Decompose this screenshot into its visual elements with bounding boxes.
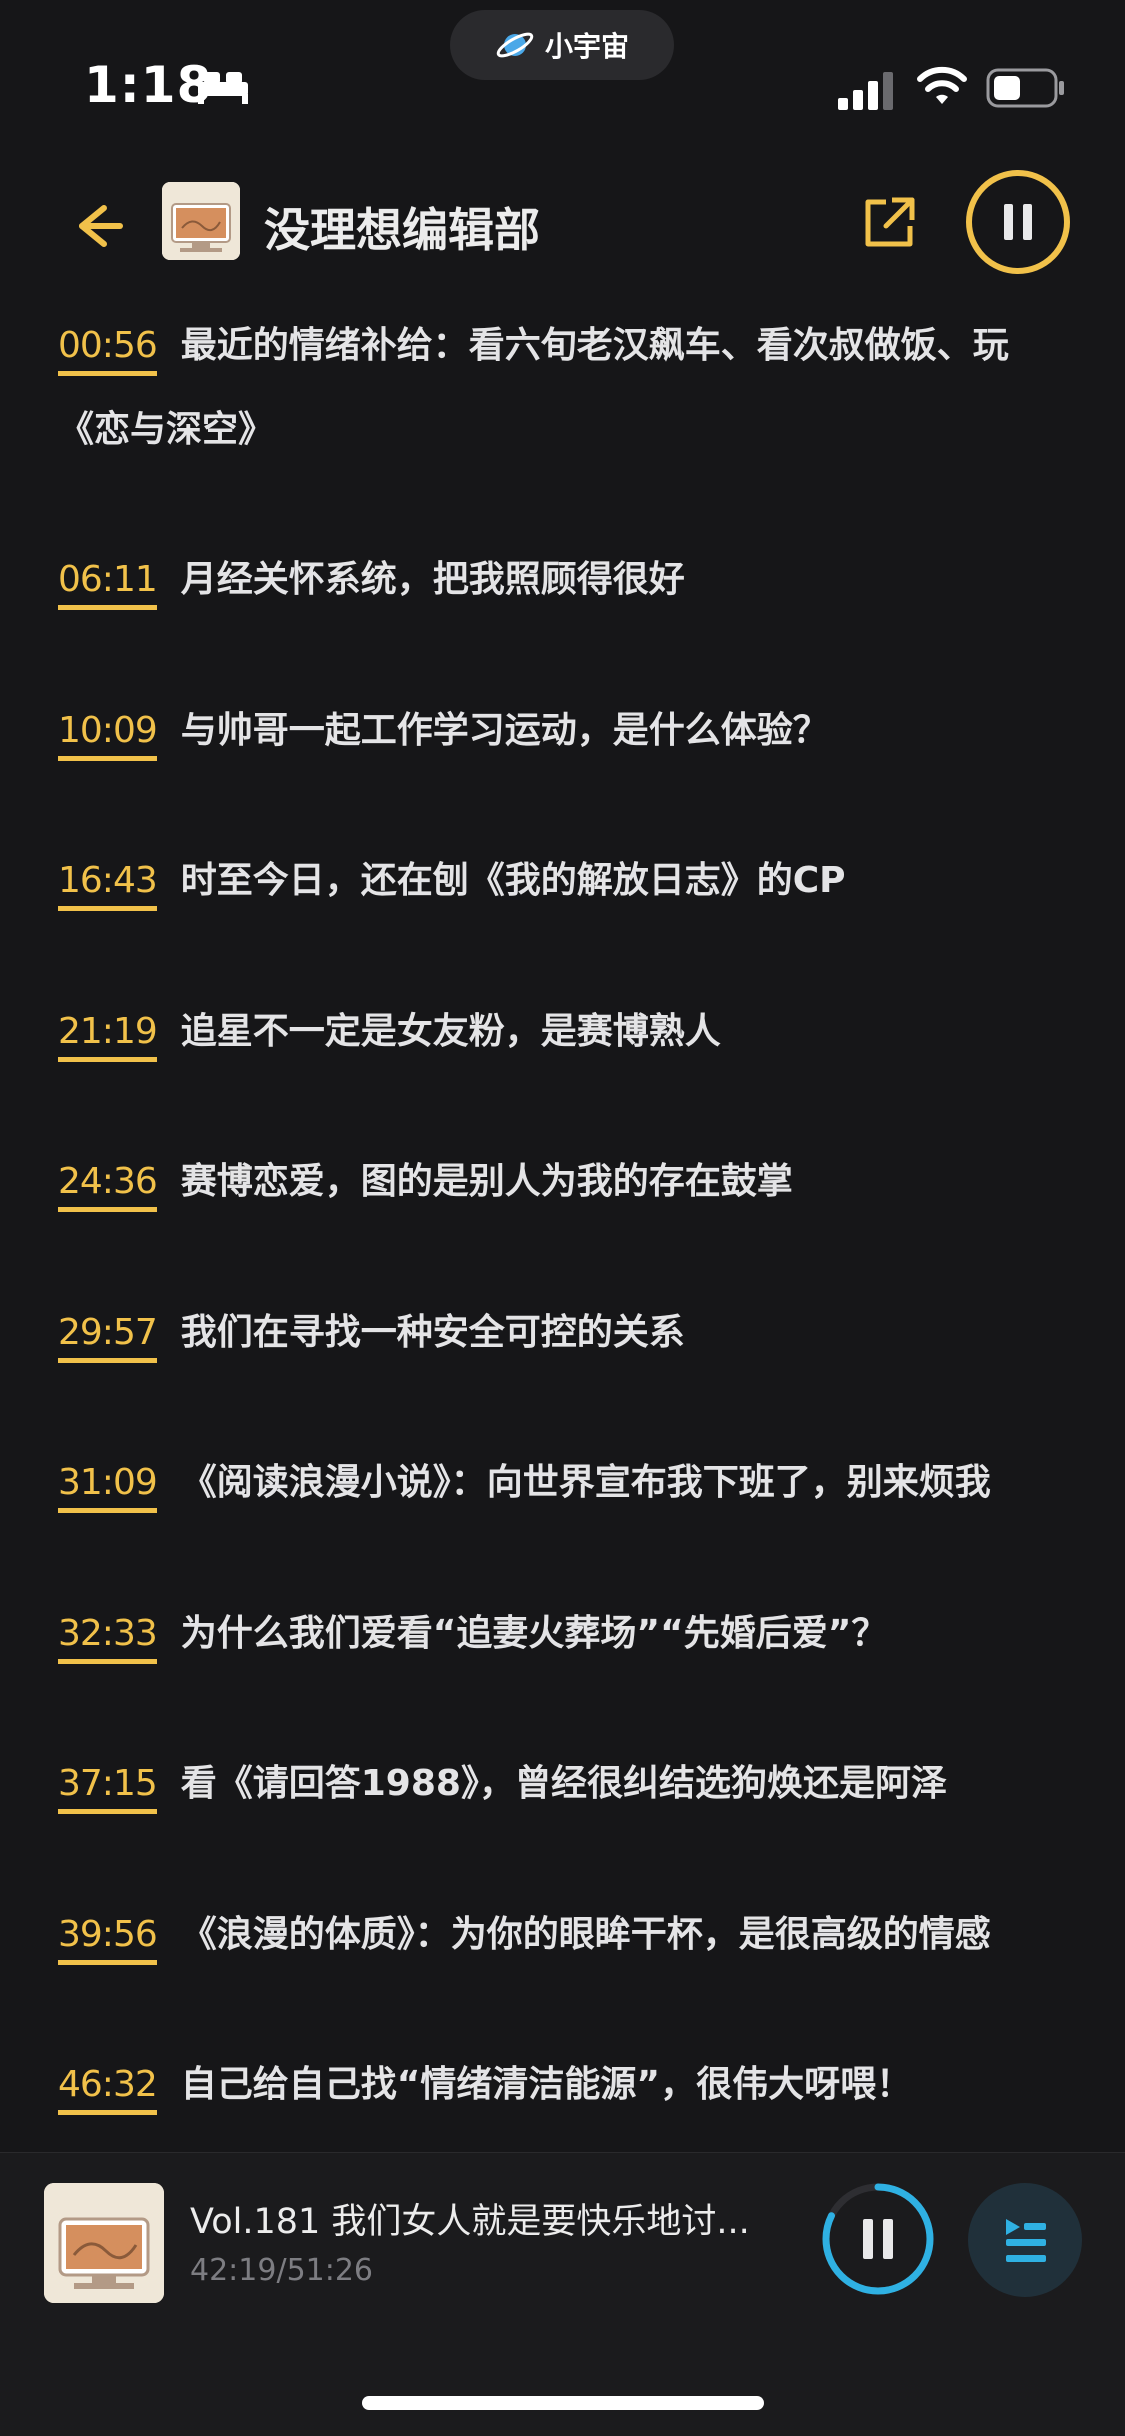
chapter-item[interactable]: 00:56 最近的情绪补给：看六旬老汉飙车、看次叔做饭、玩《恋与深空》 <box>58 304 1068 472</box>
chapter-item[interactable]: 37:15 看《请回答1988》，曾经很纠结选狗焕还是阿泽 <box>58 1742 1068 1826</box>
chapter-item[interactable]: 29:57 我们在寻找一种安全可控的关系 <box>58 1291 1068 1375</box>
chapter-timestamp[interactable]: 16:43 <box>58 856 158 911</box>
chapter-item[interactable]: 21:19 追星不一定是女友粉，是赛博熟人 <box>58 990 1068 1074</box>
chapter-title: 为什么我们爱看“追妻火葬场”“先婚后爱”？ <box>180 1613 888 1654</box>
chapter-list: 00:56 最近的情绪补给：看六旬老汉飙车、看次叔做饭、玩《恋与深空》 06:11… <box>0 290 1125 2150</box>
home-indicator[interactable] <box>362 2396 764 2410</box>
chapter-title: 赛博恋爱，图的是别人为我的存在鼓掌 <box>180 1161 793 1202</box>
chapter-title: 与帅哥一起工作学习运动，是什么体验？ <box>180 710 829 751</box>
app-pill-label: 小宇宙 <box>544 30 629 63</box>
header-pause-button[interactable] <box>964 168 1072 276</box>
chapter-item[interactable]: 06:11 月经关怀系统，把我照顾得很好 <box>58 538 1068 622</box>
chapter-item[interactable]: 16:43 时至今日，还在刨《我的解放日志》的CP <box>58 839 1068 923</box>
chapter-timestamp[interactable]: 21:19 <box>58 1007 158 1062</box>
podcast-title[interactable]: 没理想编辑部 <box>264 194 540 260</box>
battery-icon <box>986 68 1064 108</box>
chapter-timestamp[interactable]: 31:09 <box>58 1458 158 1513</box>
chapter-timestamp[interactable]: 37:15 <box>58 1759 158 1814</box>
chapter-title: 追星不一定是女友粉，是赛博熟人 <box>180 1011 721 1052</box>
chapter-item[interactable]: 32:33 为什么我们爱看“追妻火葬场”“先婚后爱”？ <box>58 1592 1068 1676</box>
back-arrow-icon[interactable] <box>64 194 128 258</box>
chapter-title: 最近的情绪补给：看六旬老汉飙车、看次叔做饭、玩《恋与深空》 <box>58 325 1009 450</box>
mini-player[interactable]: Vol.181 我们女人就是要快乐地讨... 42:19/51:26 <box>0 2152 1125 2436</box>
header: 没理想编辑部 <box>0 160 1125 290</box>
chapter-title: 月经关怀系统，把我照顾得很好 <box>180 559 685 600</box>
episode-cover-art <box>44 2183 164 2303</box>
chapter-timestamp[interactable]: 32:33 <box>58 1609 158 1664</box>
bed-icon <box>198 72 248 104</box>
screen: 1:18 小宇宙 没理想编辑部 00:56 最近的情绪补给：看六旬老汉飙车、看次… <box>0 0 1125 2436</box>
chapter-timestamp[interactable]: 06:11 <box>58 555 158 610</box>
chapter-title: 我们在寻找一种安全可控的关系 <box>180 1312 685 1353</box>
chapter-timestamp[interactable]: 24:36 <box>58 1157 158 1212</box>
planet-icon <box>496 32 534 58</box>
podcast-logo-art <box>162 182 240 260</box>
chapter-item[interactable]: 10:09 与帅哥一起工作学习运动，是什么体验？ <box>58 689 1068 773</box>
status-bar: 1:18 小宇宙 <box>0 0 1125 150</box>
playlist-button[interactable] <box>968 2183 1082 2297</box>
chapter-timestamp[interactable]: 10:09 <box>58 706 158 761</box>
episode-cover[interactable] <box>44 2183 164 2303</box>
chapter-timestamp[interactable]: 46:32 <box>58 2060 158 2115</box>
chapter-title: 自己给自己找“情绪清洁能源”，很伟大呀喂！ <box>180 2064 913 2105</box>
chapter-timestamp[interactable]: 29:57 <box>58 1308 158 1363</box>
podcast-logo[interactable] <box>162 182 240 260</box>
chapter-title: 《浪漫的体质》：为你的眼眸干杯，是很高级的情感 <box>180 1914 991 1955</box>
playlist-icon <box>1006 2219 1046 2262</box>
chapter-title: 时至今日，还在刨《我的解放日志》的CP <box>180 860 846 901</box>
app-indicator-pill[interactable]: 小宇宙 <box>450 10 674 80</box>
episode-title[interactable]: Vol.181 我们女人就是要快乐地讨... <box>190 2193 810 2244</box>
chapter-title: 看《请回答1988》，曾经很纠结选狗焕还是阿泽 <box>180 1763 947 1804</box>
chapter-item[interactable]: 46:32 自己给自己找“情绪清洁能源”，很伟大呀喂！ <box>58 2043 1068 2127</box>
chapter-item[interactable]: 24:36 赛博恋爱，图的是别人为我的存在鼓掌 <box>58 1140 1068 1224</box>
pause-icon <box>1004 204 1013 240</box>
wifi-icon <box>917 66 967 104</box>
share-icon[interactable] <box>858 190 922 254</box>
playback-progress-text: 42:19/51:26 <box>190 2253 374 2288</box>
chapter-timestamp[interactable]: 39:56 <box>58 1910 158 1965</box>
chapter-title: 《阅读浪漫小说》：向世界宣布我下班了，别来烦我 <box>180 1462 991 1503</box>
status-time: 1:18 <box>84 56 213 114</box>
signal-icon <box>838 72 893 110</box>
chapter-item[interactable]: 39:56 《浪漫的体质》：为你的眼眸干杯，是很高级的情感 <box>58 1893 1068 1977</box>
chapter-item[interactable]: 31:09 《阅读浪漫小说》：向世界宣布我下班了，别来烦我 <box>58 1441 1068 1525</box>
pause-icon <box>863 2219 873 2259</box>
chapter-timestamp[interactable]: 00:56 <box>58 321 158 376</box>
mini-pause-button[interactable] <box>820 2181 936 2297</box>
